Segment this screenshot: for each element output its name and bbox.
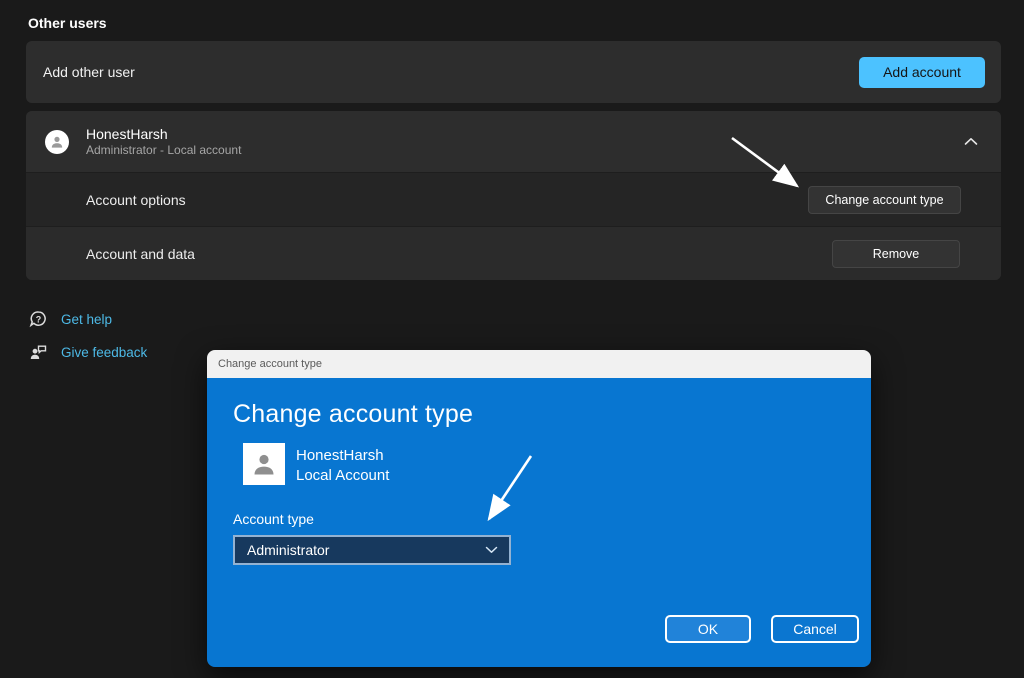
person-icon [249, 449, 279, 479]
footer-links: ? Get help Give feedback [28, 307, 147, 373]
dialog-titlebar[interactable]: Change account type [207, 350, 871, 378]
dialog-body: Change account type HonestHarsh Local Ac… [207, 378, 871, 667]
help-chat-icon: ? [28, 310, 48, 329]
change-account-type-dialog: Change account type Change account type … [207, 350, 871, 667]
page-title: Other users [28, 15, 107, 31]
get-help-link[interactable]: ? Get help [28, 307, 147, 331]
chevron-up-icon[interactable] [964, 133, 978, 151]
dialog-user-type: Local Account [296, 466, 389, 486]
user-name: HonestHarsh [86, 125, 964, 143]
ok-button[interactable]: OK [665, 615, 751, 643]
account-type-dropdown[interactable]: Administrator [233, 535, 511, 565]
user-subtitle: Administrator - Local account [86, 143, 964, 158]
dialog-user-name: HonestHarsh [296, 446, 389, 466]
account-options-row: Account options Change account type [26, 173, 1001, 226]
user-account-card: HonestHarsh Administrator - Local accoun… [26, 111, 1001, 280]
get-help-label: Get help [61, 312, 112, 327]
dialog-heading: Change account type [233, 400, 473, 429]
add-other-user-row: Add other user Add account [26, 41, 1001, 103]
chevron-down-icon [485, 541, 498, 559]
account-and-data-row: Account and data Remove [26, 227, 1001, 280]
remove-account-button[interactable]: Remove [832, 240, 960, 268]
cancel-button[interactable]: Cancel [771, 615, 859, 643]
account-and-data-label: Account and data [86, 246, 832, 262]
add-other-user-label: Add other user [43, 64, 859, 80]
dropdown-selected-value: Administrator [247, 542, 485, 558]
feedback-icon [28, 343, 48, 362]
give-feedback-link[interactable]: Give feedback [28, 340, 147, 364]
account-type-label: Account type [233, 511, 314, 527]
account-options-label: Account options [86, 192, 808, 208]
person-icon [49, 134, 65, 150]
dialog-user-avatar [243, 443, 285, 485]
dialog-window-title: Change account type [218, 358, 322, 370]
svg-text:?: ? [35, 314, 41, 324]
change-account-type-button[interactable]: Change account type [808, 186, 961, 214]
user-header-row[interactable]: HonestHarsh Administrator - Local accoun… [26, 111, 1001, 172]
add-account-button[interactable]: Add account [859, 57, 985, 88]
user-avatar [45, 130, 69, 154]
give-feedback-label: Give feedback [61, 345, 147, 360]
